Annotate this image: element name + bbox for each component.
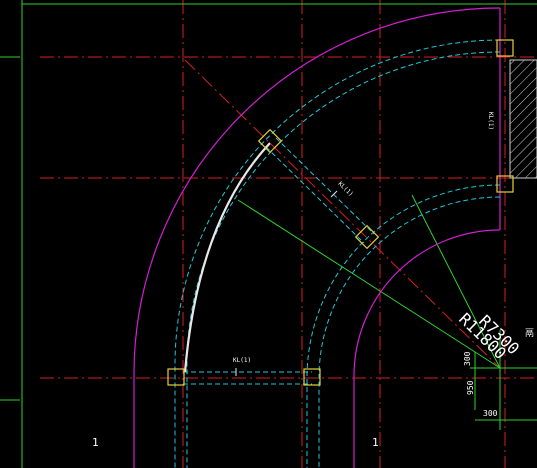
axis-bubble-left: 1 xyxy=(92,436,99,449)
axis-bubble-right: 1 xyxy=(372,436,379,449)
edge-mark-label: 鬲 xyxy=(525,328,534,339)
cad-drawing-canvas[interactable]: R7300 R11800 KL(1) KL(1) KL(1) 300 950 3… xyxy=(0,0,537,468)
dimension-950: 950 xyxy=(466,380,475,395)
beam-tag-horizontal: KL(1) xyxy=(233,357,251,364)
dimension-300-bottom: 300 xyxy=(483,409,498,418)
dimension-300-top: 300 xyxy=(463,351,472,366)
hatched-column xyxy=(509,59,537,179)
drawing-background xyxy=(0,0,537,468)
beam-tag-vertical: KL(1) xyxy=(487,112,494,130)
